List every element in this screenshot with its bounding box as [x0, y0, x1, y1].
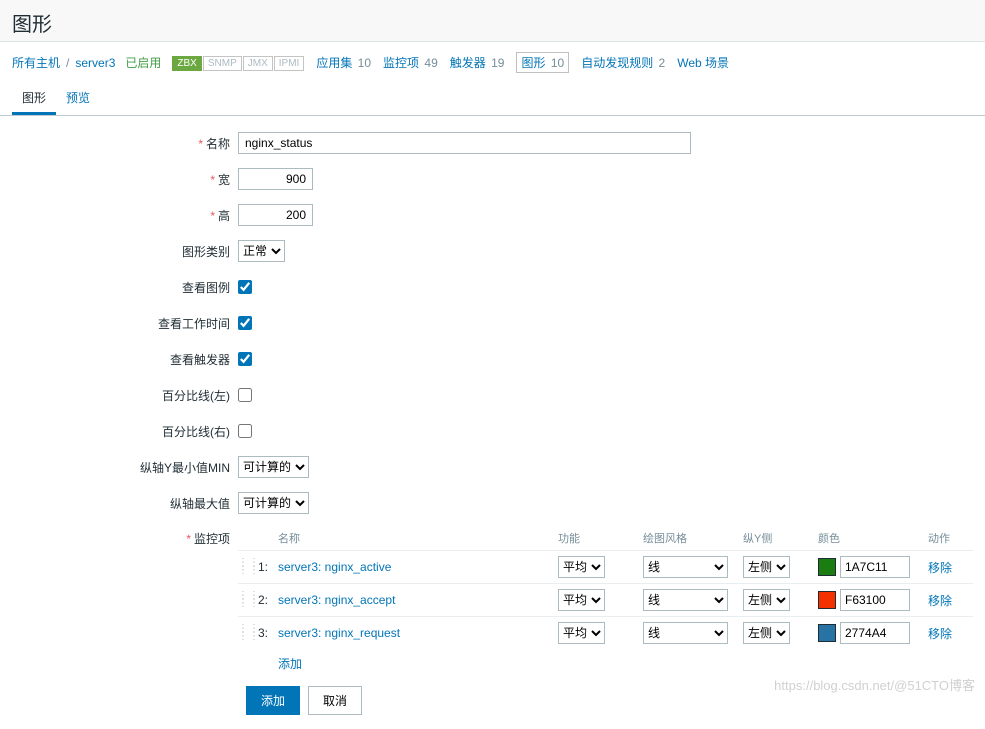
- tag-snmp: SNMP: [203, 56, 242, 71]
- percright-label: 百分比线(右): [12, 423, 238, 440]
- ymax-select[interactable]: 可计算的: [238, 492, 309, 514]
- tab-graph[interactable]: 图形: [12, 83, 56, 115]
- form: *名称 *宽 *高 图形类别 正常 查看图例 查看工作时间 查看触发器 百分比线…: [0, 116, 985, 729]
- items-label: 监控项: [194, 532, 230, 546]
- worktime-label: 查看工作时间: [12, 315, 238, 332]
- color-swatch[interactable]: [818, 591, 836, 609]
- viewtriggers-checkbox[interactable]: [238, 352, 252, 366]
- col-color: 颜色: [818, 530, 928, 546]
- drag-handle-icon[interactable]: ⋮⋮⋮⋮⋮⋮: [238, 627, 258, 639]
- tag-zbx: ZBX: [172, 56, 201, 71]
- name-input[interactable]: [238, 132, 691, 154]
- breadcrumb: 所有主机 / server3 已启用 ZBXSNMPJMXIPMI 应用集 10…: [0, 42, 985, 79]
- table-row: ⋮⋮⋮⋮⋮⋮2:server3: nginx_accept 平均 线左侧 移除: [238, 583, 973, 616]
- item-name-link[interactable]: server3: nginx_request: [278, 626, 400, 640]
- col-yaxis: 纵Y侧: [743, 530, 818, 546]
- yaxis-select[interactable]: 左侧: [743, 622, 790, 644]
- crumb-items[interactable]: 监控项 49: [383, 54, 438, 71]
- legend-label: 查看图例: [12, 279, 238, 296]
- percleft-label: 百分比线(左): [12, 387, 238, 404]
- ymin-label: 纵轴Y最小值MIN: [12, 459, 238, 476]
- viewtriggers-label: 查看触发器: [12, 351, 238, 368]
- type-select[interactable]: 正常: [238, 240, 285, 262]
- row-index: 1:: [258, 560, 278, 574]
- percright-checkbox[interactable]: [238, 424, 252, 438]
- color-input[interactable]: [840, 589, 910, 611]
- legend-checkbox[interactable]: [238, 280, 252, 294]
- col-name: 名称: [278, 530, 558, 546]
- col-func: 功能: [558, 530, 643, 546]
- page-title: 图形: [0, 0, 985, 42]
- width-label: 宽: [218, 173, 230, 187]
- name-label: 名称: [206, 137, 230, 151]
- breadcrumb-all-hosts[interactable]: 所有主机: [12, 54, 60, 71]
- tab-preview[interactable]: 预览: [56, 83, 100, 115]
- breadcrumb-separator: /: [66, 56, 69, 70]
- drag-handle-icon[interactable]: ⋮⋮⋮⋮⋮⋮: [238, 594, 258, 606]
- func-select[interactable]: 平均: [558, 622, 605, 644]
- breadcrumb-host[interactable]: server3: [75, 56, 115, 70]
- items-table: 名称 功能 绘图风格 纵Y侧 颜色 动作 ⋮⋮⋮⋮⋮⋮1:server3: ng…: [238, 526, 973, 672]
- tag-jmx: JMX: [243, 56, 273, 71]
- tag-ipmi: IPMI: [274, 56, 305, 71]
- height-input[interactable]: [238, 204, 313, 226]
- style-select[interactable]: 线: [643, 589, 728, 611]
- remove-link[interactable]: 移除: [928, 561, 952, 575]
- tabs: 图形 预览: [0, 83, 985, 116]
- ymin-select[interactable]: 可计算的: [238, 456, 309, 478]
- func-select[interactable]: 平均: [558, 556, 605, 578]
- crumb-web[interactable]: Web 场景: [677, 54, 729, 71]
- item-name-link[interactable]: server3: nginx_active: [278, 560, 391, 574]
- items-add-link[interactable]: 添加: [278, 657, 302, 671]
- worktime-checkbox[interactable]: [238, 316, 252, 330]
- remove-link[interactable]: 移除: [928, 627, 952, 641]
- item-name-link[interactable]: server3: nginx_accept: [278, 593, 395, 607]
- crumb-triggers[interactable]: 触发器 19: [450, 54, 505, 71]
- table-row: ⋮⋮⋮⋮⋮⋮3:server3: nginx_request 平均 线左侧 移除: [238, 616, 973, 649]
- remove-link[interactable]: 移除: [928, 594, 952, 608]
- style-select[interactable]: 线: [643, 556, 728, 578]
- crumb-discovery[interactable]: 自动发现规则 2: [581, 54, 665, 71]
- crumb-graphs[interactable]: 图形 10: [516, 52, 569, 73]
- style-select[interactable]: 线: [643, 622, 728, 644]
- color-swatch[interactable]: [818, 558, 836, 576]
- width-input[interactable]: [238, 168, 313, 190]
- height-label: 高: [218, 209, 230, 223]
- yaxis-select[interactable]: 左侧: [743, 589, 790, 611]
- col-style: 绘图风格: [643, 530, 743, 546]
- add-button[interactable]: 添加: [246, 686, 300, 715]
- table-row: ⋮⋮⋮⋮⋮⋮1:server3: nginx_active 平均 线左侧 移除: [238, 550, 973, 583]
- status-enabled: 已启用: [125, 54, 161, 71]
- type-label: 图形类别: [12, 243, 238, 260]
- color-swatch[interactable]: [818, 624, 836, 642]
- color-input[interactable]: [840, 556, 910, 578]
- cancel-button[interactable]: 取消: [308, 686, 362, 715]
- col-action: 动作: [928, 530, 968, 546]
- func-select[interactable]: 平均: [558, 589, 605, 611]
- drag-handle-icon[interactable]: ⋮⋮⋮⋮⋮⋮: [238, 561, 258, 573]
- color-input[interactable]: [840, 622, 910, 644]
- yaxis-select[interactable]: 左侧: [743, 556, 790, 578]
- ymax-label: 纵轴最大值: [12, 495, 238, 512]
- crumb-apps[interactable]: 应用集 10: [316, 54, 371, 71]
- percleft-checkbox[interactable]: [238, 388, 252, 402]
- row-index: 3:: [258, 626, 278, 640]
- row-index: 2:: [258, 593, 278, 607]
